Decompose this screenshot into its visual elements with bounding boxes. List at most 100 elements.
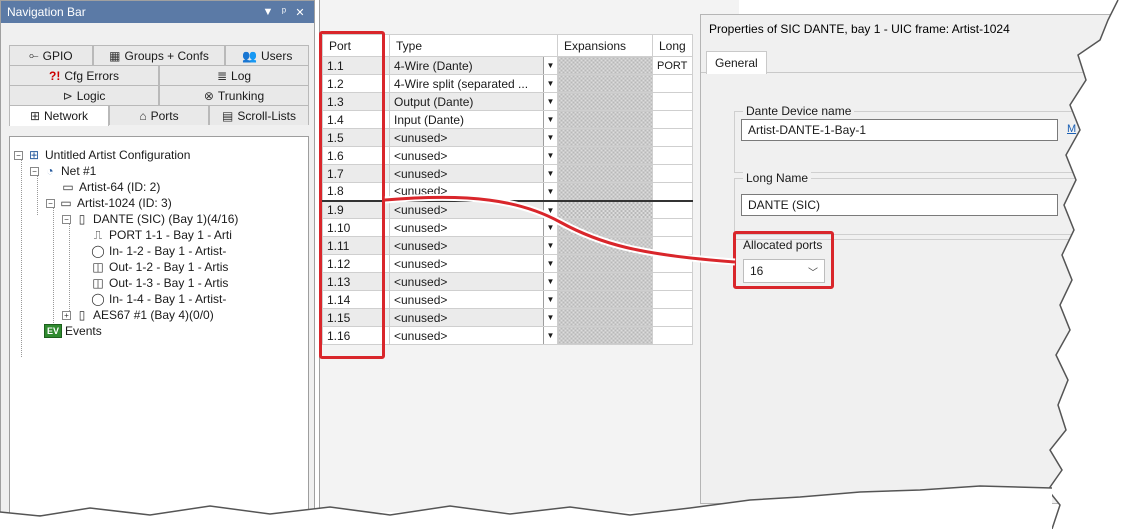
table-row[interactable]: 1.2 4-Wire split (separated ... ▼ — [322, 74, 693, 93]
table-row[interactable]: 1.7 <unused> ▼ — [322, 164, 693, 183]
long-name-cell[interactable] — [652, 146, 693, 165]
column-header-port[interactable]: Port — [322, 34, 390, 57]
table-row[interactable]: 1.15 <unused> ▼ — [322, 308, 693, 327]
dropdown-arrow-icon[interactable]: ▼ — [543, 147, 557, 164]
tree-node-events[interactable]: EV Events — [44, 323, 102, 339]
type-select[interactable]: 4-Wire split (separated ... ▼ — [389, 74, 558, 93]
long-name-cell[interactable] — [652, 272, 693, 291]
long-name-field[interactable]: DANTE (SIC) — [741, 194, 1058, 216]
table-row[interactable]: 1.5 <unused> ▼ — [322, 128, 693, 147]
type-select[interactable]: <unused> ▼ — [389, 308, 558, 327]
collapse-icon[interactable]: − — [46, 198, 55, 208]
type-select[interactable]: <unused> ▼ — [389, 182, 558, 201]
long-name-cell[interactable] — [652, 218, 693, 237]
tree-node-card[interactable]: − ▯ DANTE (SIC) (Bay 1)(4/16) — [62, 211, 238, 227]
dropdown-arrow-icon[interactable]: ▼ — [543, 183, 557, 200]
collapse-icon[interactable]: − — [14, 150, 23, 160]
type-select[interactable]: <unused> ▼ — [389, 290, 558, 309]
tab-logic[interactable]: ⊳ Logic — [9, 85, 159, 105]
type-select[interactable]: <unused> ▼ — [389, 146, 558, 165]
dropdown-icon[interactable]: ▼ — [260, 6, 276, 18]
table-row[interactable]: 1.11 <unused> ▼ — [322, 236, 693, 255]
dropdown-arrow-icon[interactable]: ▼ — [543, 255, 557, 272]
dropdown-arrow-icon[interactable]: ▼ — [543, 273, 557, 290]
table-row[interactable]: 1.16 <unused> ▼ — [322, 326, 693, 345]
column-header-type[interactable]: Type — [389, 34, 558, 57]
type-select[interactable]: <unused> ▼ — [389, 164, 558, 183]
long-name-cell[interactable] — [652, 254, 693, 273]
table-row[interactable]: 1.14 <unused> ▼ — [322, 290, 693, 309]
table-row[interactable]: 1.8 <unused> ▼ — [322, 182, 693, 201]
long-name-cell[interactable] — [652, 290, 693, 309]
dropdown-arrow-icon[interactable]: ▼ — [543, 111, 557, 128]
table-row[interactable]: 1.12 <unused> ▼ — [322, 254, 693, 273]
collapse-icon[interactable]: − — [30, 166, 39, 176]
dropdown-arrow-icon[interactable]: ▼ — [543, 75, 557, 92]
tree-node-port[interactable]: ◫ Out- 1-2 - Bay 1 - Artis — [90, 259, 228, 275]
column-header-expansions[interactable]: Expansions — [557, 34, 653, 57]
dante-device-name-field[interactable]: Artist-DANTE-1-Bay-1 — [741, 119, 1058, 141]
type-select[interactable]: Output (Dante) ▼ — [389, 92, 558, 111]
tab-trunking[interactable]: ⊗ Trunking — [159, 85, 309, 105]
tree-node-port[interactable]: ⎍ PORT 1-1 - Bay 1 - Arti — [90, 227, 232, 243]
more-link[interactable]: M — [1067, 198, 1076, 210]
dropdown-arrow-icon[interactable]: ▼ — [543, 237, 557, 254]
type-select[interactable]: <unused> ▼ — [389, 326, 558, 345]
tree-node-frame[interactable]: − ▭ Artist-1024 (ID: 3) — [46, 195, 172, 211]
type-select[interactable]: Input (Dante) ▼ — [389, 110, 558, 129]
long-name-cell[interactable] — [652, 164, 693, 183]
tree-node-port[interactable]: ◯ In- 1-4 - Bay 1 - Artist- — [90, 291, 226, 307]
table-row[interactable]: 1.13 <unused> ▼ — [322, 272, 693, 291]
dropdown-arrow-icon[interactable]: ▼ — [543, 201, 557, 219]
dropdown-arrow-icon[interactable]: ▼ — [543, 291, 557, 308]
dropdown-arrow-icon[interactable]: ▼ — [543, 165, 557, 182]
dropdown-arrow-icon[interactable]: ▼ — [543, 327, 557, 344]
tab-network[interactable]: ⊞ Network — [9, 105, 109, 126]
table-row[interactable]: 1.4 Input (Dante) ▼ — [322, 110, 693, 129]
long-name-cell[interactable] — [652, 308, 693, 327]
tree-node-port[interactable]: ◫ Out- 1-3 - Bay 1 - Artis — [90, 275, 228, 291]
type-select[interactable]: <unused> ▼ — [389, 218, 558, 237]
tree-node-frame[interactable]: ▭ Artist-64 (ID: 2) — [60, 179, 160, 195]
tab-ports[interactable]: ⌂ Ports — [109, 105, 209, 125]
long-name-cell[interactable] — [652, 110, 693, 129]
dropdown-arrow-icon[interactable]: ▼ — [543, 57, 557, 74]
long-name-cell[interactable] — [652, 326, 693, 345]
long-name-cell[interactable] — [652, 236, 693, 255]
tab-cfg-errors[interactable]: ?! Cfg Errors — [9, 65, 159, 85]
table-row[interactable]: 1.1 4-Wire (Dante) ▼ PORT — [322, 56, 693, 75]
table-row[interactable]: 1.6 <unused> ▼ — [322, 146, 693, 165]
allocated-ports-select[interactable]: 16 ﹀ — [743, 259, 825, 283]
network-tree[interactable]: − ⊞ Untitled Artist Configuration − ◔ Ne… — [9, 136, 309, 516]
tree-node-net[interactable]: − ◔ Net #1 — [30, 163, 96, 179]
long-name-cell[interactable]: PORT — [652, 56, 693, 75]
dropdown-arrow-icon[interactable]: ▼ — [543, 219, 557, 236]
tab-general[interactable]: General — [706, 51, 767, 74]
column-header-long[interactable]: Long — [652, 34, 693, 57]
table-row[interactable]: 1.10 <unused> ▼ — [322, 218, 693, 237]
tree-node-card[interactable]: + ▯ AES67 #1 (Bay 4)(0/0) — [62, 307, 214, 323]
type-select[interactable]: 4-Wire (Dante) ▼ — [389, 56, 558, 75]
table-row[interactable]: 1.9 <unused> ▼ — [322, 199, 693, 219]
long-name-cell[interactable] — [652, 199, 693, 219]
table-row[interactable]: 1.3 Output (Dante) ▼ — [322, 92, 693, 111]
more-link[interactable]: M — [1067, 123, 1076, 135]
tab-users[interactable]: 👥 Users — [225, 45, 310, 65]
long-name-cell[interactable] — [652, 128, 693, 147]
dropdown-arrow-icon[interactable]: ▼ — [543, 309, 557, 326]
tree-node-port[interactable]: ◯ In- 1-2 - Bay 1 - Artist- — [90, 243, 226, 259]
dropdown-arrow-icon[interactable]: ▼ — [543, 129, 557, 146]
collapse-icon[interactable]: − — [62, 214, 71, 224]
close-icon[interactable]: ✕ — [292, 6, 308, 19]
tab-groups-confs[interactable]: ▦ Groups + Confs — [92, 45, 226, 65]
pin-icon[interactable]: ᵖ — [276, 6, 292, 18]
type-select[interactable]: <unused> ▼ — [389, 128, 558, 147]
tree-node-configuration[interactable]: − ⊞ Untitled Artist Configuration — [14, 147, 190, 163]
tab-scroll-lists[interactable]: ▤ Scroll-Lists — [209, 105, 309, 125]
long-name-cell[interactable] — [652, 92, 693, 111]
tab-log[interactable]: ≣ Log — [159, 65, 309, 85]
dropdown-arrow-icon[interactable]: ▼ — [543, 93, 557, 110]
long-name-cell[interactable] — [652, 182, 693, 201]
type-select[interactable]: <unused> ▼ — [389, 254, 558, 273]
type-select[interactable]: <unused> ▼ — [389, 272, 558, 291]
